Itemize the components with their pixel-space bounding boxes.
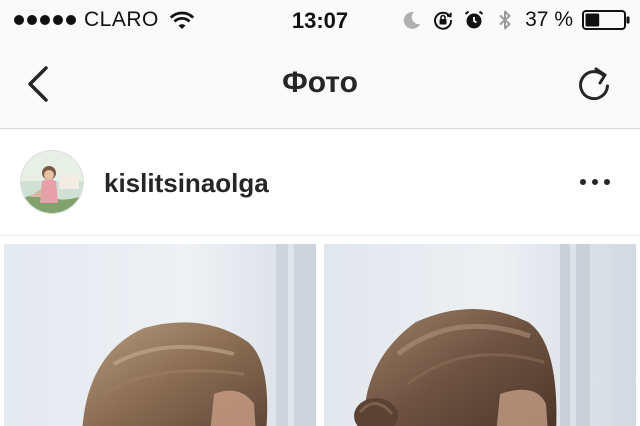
post-photo-left[interactable] (4, 244, 316, 426)
alarm-icon (464, 10, 484, 29)
bluetooth-icon (499, 10, 511, 30)
page-title: Фото (282, 66, 358, 99)
refresh-icon[interactable] (574, 62, 614, 106)
photo-area (0, 236, 640, 426)
hairstyle-photo (324, 244, 636, 426)
avatar-image (21, 151, 83, 213)
more-options-icon[interactable] (580, 172, 610, 192)
navigation-bar: Фото (0, 40, 640, 129)
post-header: kislitsinaolga (0, 130, 640, 236)
moon-icon (403, 11, 421, 29)
hairstyle-photo (4, 244, 316, 426)
avatar[interactable] (20, 150, 84, 214)
battery-icon (582, 10, 630, 30)
post-photo-right[interactable] (324, 244, 636, 426)
battery-percent: 37 % (525, 8, 573, 31)
rotation-lock-icon (434, 11, 453, 30)
post-username[interactable]: kislitsinaolga (104, 168, 269, 199)
status-bar: CLARO 13:07 37 % (0, 0, 640, 40)
status-bar-right: 37 % (401, 8, 630, 32)
